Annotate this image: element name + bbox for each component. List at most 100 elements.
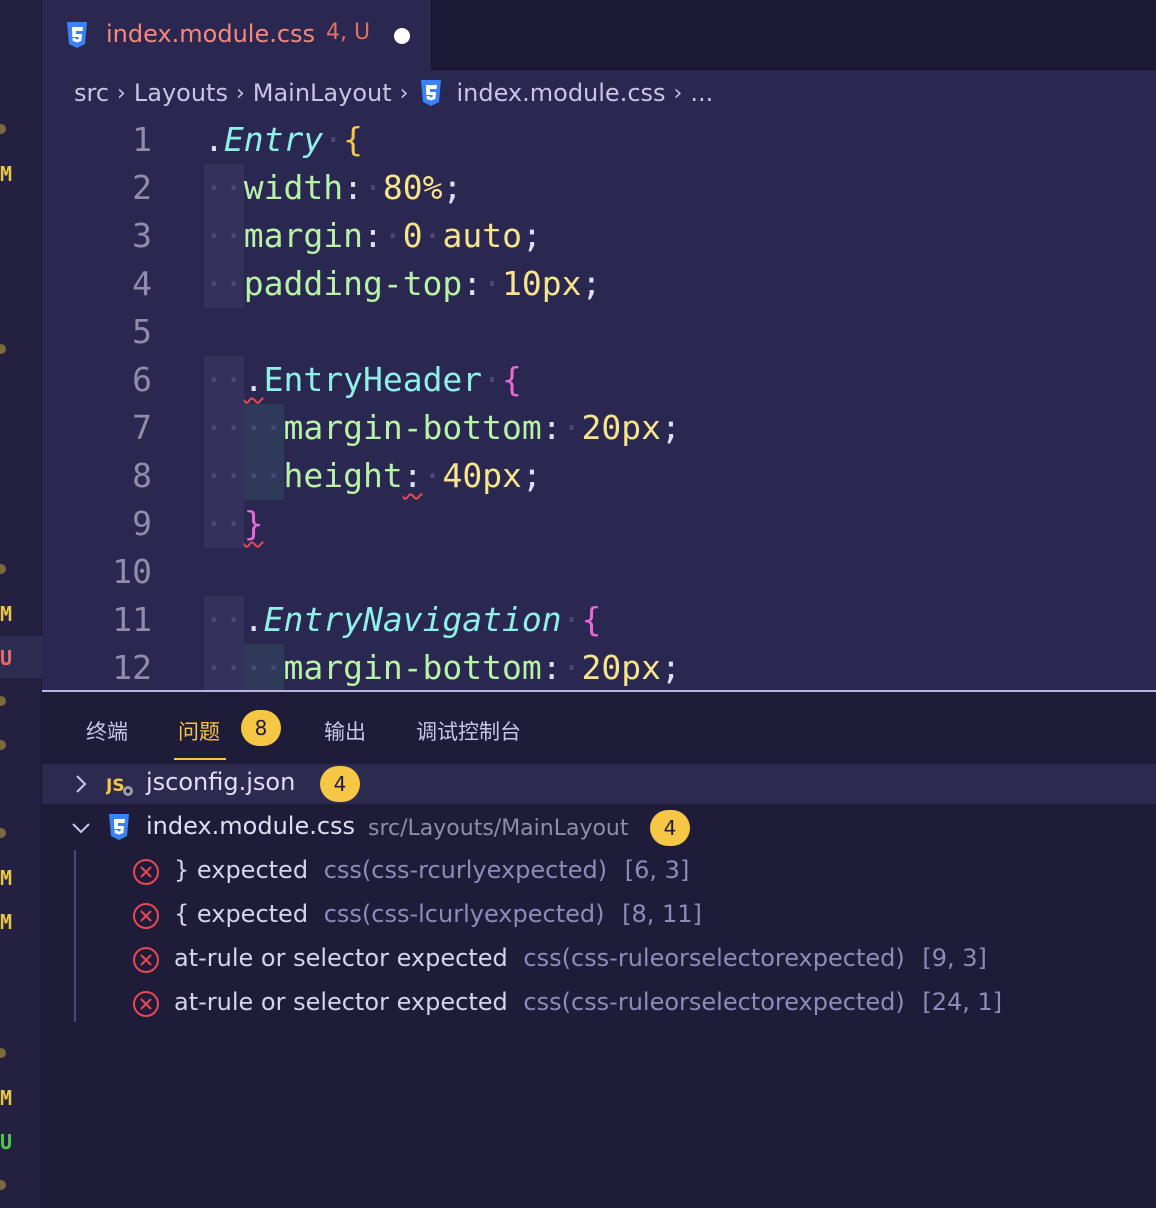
code-text: ··padding-top:·10px; <box>204 264 602 303</box>
problem-message: } expected <box>174 856 309 884</box>
problem-file-path: src/Layouts/MainLayout <box>368 816 629 841</box>
code-text: .Entry·{ <box>204 120 363 159</box>
git-status-untracked: U <box>0 1130 13 1154</box>
status-dot <box>0 1048 6 1058</box>
code-line: 8 ····height:·40px; <box>42 452 1156 500</box>
problem-position: [8, 11] <box>622 900 702 928</box>
active-tab-indicator <box>174 758 226 760</box>
error-circle-icon <box>133 991 159 1017</box>
code-editor[interactable]: 1 .Entry·{ 2 ··width:·80%; 3 ··margin:·0… <box>42 116 1156 690</box>
line-number: 7 <box>132 408 152 447</box>
status-dot <box>0 1180 6 1190</box>
error-circle-icon <box>133 859 159 885</box>
git-status-modified: M <box>0 602 13 626</box>
line-number: 4 <box>132 264 152 303</box>
breadcrumb-item-layouts[interactable]: Layouts <box>134 79 228 107</box>
error-circle-icon <box>133 903 159 929</box>
status-dot <box>0 828 6 838</box>
line-number: 12 <box>112 648 152 687</box>
git-status-modified: M <box>0 1086 13 1110</box>
tab-debug-console[interactable]: 调试控制台 <box>416 716 521 746</box>
problem-file-count-badge: 4 <box>650 810 690 846</box>
css3-icon <box>67 22 87 48</box>
problem-position: [9, 3] <box>922 944 987 972</box>
editor-tab-bar: index.module.css 4, U <box>42 0 1156 70</box>
problem-code: css(css-rcurlyexpected) <box>323 856 608 884</box>
problem-position: [6, 3] <box>624 856 690 884</box>
problems-count-badge: 8 <box>241 710 281 746</box>
code-text: ····margin-bottom:·20px; <box>204 648 681 687</box>
chevron-down-icon[interactable] <box>70 817 92 839</box>
chevron-right-icon: › <box>673 80 683 106</box>
code-text: ··width:·80%; <box>204 168 463 207</box>
problem-file-name: jsconfig.json <box>146 768 296 796</box>
status-dot <box>0 124 6 134</box>
line-number: 1 <box>132 120 152 159</box>
code-line: 7 ····margin-bottom:·20px; <box>42 404 1156 452</box>
code-line: 6 ··.EntryHeader·{ <box>42 356 1156 404</box>
code-line: 10 <box>42 548 1156 596</box>
tab-title: index.module.css <box>106 20 316 48</box>
line-number: 9 <box>132 504 152 543</box>
unsaved-dot-icon[interactable] <box>394 28 410 44</box>
git-status-modified: M <box>0 162 13 186</box>
error-circle-icon <box>133 947 159 973</box>
code-line: 5 <box>42 308 1156 356</box>
status-dot <box>0 696 6 706</box>
problem-message: at-rule or selector expected <box>174 988 508 1016</box>
line-number: 6 <box>132 360 152 399</box>
line-number: 5 <box>132 312 152 351</box>
code-text: ··.EntryNavigation·{ <box>204 600 602 639</box>
code-line: 2 ··width:·80%; <box>42 164 1156 212</box>
tab-problems[interactable]: 问题 <box>178 716 220 746</box>
line-number: 3 <box>132 216 152 255</box>
git-status-modified: M <box>0 866 13 890</box>
problem-item[interactable]: at-rule or selector expected css(css-rul… <box>42 982 1156 1026</box>
status-dot <box>0 740 6 750</box>
problem-file-name: index.module.css <box>146 812 356 840</box>
tab-terminal[interactable]: 终端 <box>86 716 128 746</box>
code-text: ····height:·40px; <box>204 456 542 495</box>
problem-item[interactable]: } expected css(css-rcurlyexpected) [6, 3… <box>42 850 1156 894</box>
status-dot <box>0 564 6 574</box>
breadcrumb-item-mainlayout[interactable]: MainLayout <box>253 79 392 107</box>
problem-item[interactable]: { expected css(css-lcurlyexpected) [8, 1… <box>42 894 1156 938</box>
code-line: 3 ··margin:·0·auto; <box>42 212 1156 260</box>
line-number: 8 <box>132 456 152 495</box>
code-text: ····margin-bottom:·20px; <box>204 408 681 447</box>
problem-position: [24, 1] <box>922 988 1003 1016</box>
problem-message: at-rule or selector expected <box>174 944 508 972</box>
problem-code: css(css-lcurlyexpected) <box>323 900 605 928</box>
breadcrumb-item-src[interactable]: src <box>74 79 109 107</box>
code-text: ··} <box>204 504 264 543</box>
problem-item[interactable]: at-rule or selector expected css(css-rul… <box>42 938 1156 982</box>
code-line: 12 ····margin-bottom:·20px; <box>42 644 1156 690</box>
problem-file-row[interactable]: index.module.css src/Layouts/MainLayout … <box>42 808 1156 848</box>
problem-code: css(css-ruleorselectorexpected) <box>523 944 905 972</box>
git-status-modified: M <box>0 910 13 934</box>
line-number: 10 <box>112 552 152 591</box>
breadcrumb-item-symbol[interactable]: ... <box>690 79 713 107</box>
chevron-right-icon: › <box>235 80 245 106</box>
tab-index-module-css[interactable]: index.module.css 4, U <box>42 0 432 70</box>
problem-file-row[interactable]: JS jsconfig.json 4 <box>42 764 1156 804</box>
code-line: 11 ··.EntryNavigation·{ <box>42 596 1156 644</box>
css3-icon <box>109 814 129 840</box>
chevron-right-icon: › <box>399 80 409 106</box>
chevron-right-icon[interactable] <box>70 773 92 795</box>
problem-file-count-badge: 4 <box>320 766 360 802</box>
tab-output[interactable]: 输出 <box>324 716 366 746</box>
svg-text:JS: JS <box>106 776 125 796</box>
tab-status: 4, U <box>326 20 371 45</box>
status-dot <box>0 344 6 354</box>
activity-sidebar: M M U M M M U <box>0 0 42 1208</box>
breadcrumb-item-file[interactable]: index.module.css <box>456 79 665 107</box>
problem-message: { expected <box>174 900 309 928</box>
code-line: 9 ··} <box>42 500 1156 548</box>
code-line: 4 ··padding-top:·10px; <box>42 260 1156 308</box>
css3-icon <box>421 80 442 106</box>
problem-code: css(css-ruleorselectorexpected) <box>523 988 905 1016</box>
line-number: 2 <box>132 168 152 207</box>
code-text: ··.EntryHeader·{ <box>204 360 522 399</box>
git-status-untracked: U <box>0 646 13 670</box>
